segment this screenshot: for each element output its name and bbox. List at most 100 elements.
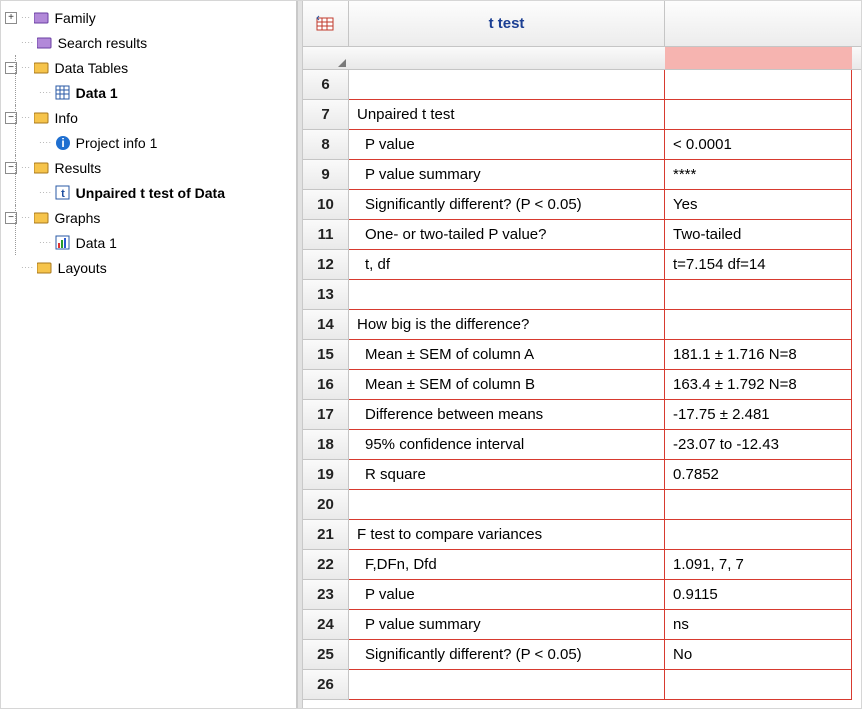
table-row: 22F,DFn, Dfd1.091, 7, 7 bbox=[303, 550, 861, 580]
row-description[interactable] bbox=[349, 670, 665, 700]
row-value[interactable]: Yes bbox=[665, 190, 852, 220]
table-row: 16Mean ± SEM of column B163.4 ± 1.792 N=… bbox=[303, 370, 861, 400]
row-value[interactable] bbox=[665, 310, 852, 340]
tree-item-unpaired-ttest[interactable]: ···· t Unpaired t test of Data bbox=[5, 180, 296, 205]
row-description[interactable]: P value summary bbox=[349, 610, 665, 640]
results-panel: t test 67Unpaired t test8P value< 0.0001… bbox=[303, 1, 861, 708]
tree-item-layouts[interactable]: ···· Layouts bbox=[5, 255, 296, 280]
row-value[interactable]: 0.9115 bbox=[665, 580, 852, 610]
row-number[interactable]: 24 bbox=[303, 610, 349, 640]
tree-item-data-tables[interactable]: − ··· Data Tables bbox=[5, 55, 296, 80]
row-number[interactable]: 10 bbox=[303, 190, 349, 220]
row-description[interactable]: Significantly different? (P < 0.05) bbox=[349, 190, 665, 220]
tree-item-search-results[interactable]: ···· Search results bbox=[5, 30, 296, 55]
row-number[interactable]: 25 bbox=[303, 640, 349, 670]
tree-item-data-1[interactable]: ···· Data 1 bbox=[5, 80, 296, 105]
row-number[interactable]: 17 bbox=[303, 400, 349, 430]
row-number[interactable]: 20 bbox=[303, 490, 349, 520]
row-description[interactable]: R square bbox=[349, 460, 665, 490]
row-number[interactable]: 13 bbox=[303, 280, 349, 310]
tree-item-results[interactable]: − ··· Results bbox=[5, 155, 296, 180]
table-row: 23P value0.9115 bbox=[303, 580, 861, 610]
row-value[interactable] bbox=[665, 520, 852, 550]
collapse-toggle[interactable]: − bbox=[5, 112, 17, 124]
row-description[interactable]: Significantly different? (P < 0.05) bbox=[349, 640, 665, 670]
row-description[interactable] bbox=[349, 490, 665, 520]
header-value-col[interactable] bbox=[665, 1, 852, 46]
results-subheader-row bbox=[303, 47, 861, 70]
tree-item-graph-data1[interactable]: ···· Data 1 bbox=[5, 230, 296, 255]
row-description[interactable] bbox=[349, 70, 665, 100]
tree-item-info[interactable]: − ··· Info bbox=[5, 105, 296, 130]
row-number[interactable]: 26 bbox=[303, 670, 349, 700]
table-row: 17Difference between means-17.75 ± 2.481 bbox=[303, 400, 861, 430]
row-value[interactable]: ns bbox=[665, 610, 852, 640]
row-number[interactable]: 19 bbox=[303, 460, 349, 490]
tree-label: Graphs bbox=[55, 209, 101, 226]
row-value[interactable]: 1.091, 7, 7 bbox=[665, 550, 852, 580]
tree-item-graphs[interactable]: − ··· Graphs bbox=[5, 205, 296, 230]
tree-label: Project info 1 bbox=[76, 134, 158, 151]
select-all-corner[interactable] bbox=[303, 47, 349, 69]
tree-label: Results bbox=[55, 159, 102, 176]
row-number[interactable]: 16 bbox=[303, 370, 349, 400]
row-number[interactable]: 14 bbox=[303, 310, 349, 340]
row-description[interactable]: P value summary bbox=[349, 160, 665, 190]
row-description[interactable]: 95% confidence interval bbox=[349, 430, 665, 460]
subheader-desc[interactable] bbox=[349, 47, 665, 69]
row-value[interactable]: t=7.154 df=14 bbox=[665, 250, 852, 280]
tree-label: Data Tables bbox=[55, 59, 129, 76]
collapse-toggle[interactable]: − bbox=[5, 162, 17, 174]
header-title[interactable]: t test bbox=[349, 1, 665, 46]
tree-label: Unpaired t test of Data bbox=[76, 184, 225, 201]
row-number[interactable]: 11 bbox=[303, 220, 349, 250]
row-value[interactable]: -23.07 to -12.43 bbox=[665, 430, 852, 460]
row-value[interactable] bbox=[665, 100, 852, 130]
row-value[interactable] bbox=[665, 490, 852, 520]
row-number[interactable]: 8 bbox=[303, 130, 349, 160]
row-description[interactable]: How big is the difference? bbox=[349, 310, 665, 340]
row-number[interactable]: 12 bbox=[303, 250, 349, 280]
row-value[interactable] bbox=[665, 280, 852, 310]
datasheet-icon bbox=[54, 84, 72, 102]
row-value[interactable]: 0.7852 bbox=[665, 460, 852, 490]
row-value[interactable] bbox=[665, 70, 852, 100]
row-number[interactable]: 23 bbox=[303, 580, 349, 610]
row-value[interactable] bbox=[665, 670, 852, 700]
info-icon: i bbox=[54, 134, 72, 152]
header-corner[interactable] bbox=[303, 1, 349, 46]
tree-item-family[interactable]: + ··· Family bbox=[5, 5, 296, 30]
row-description[interactable]: Unpaired t test bbox=[349, 100, 665, 130]
row-value[interactable]: -17.75 ± 2.481 bbox=[665, 400, 852, 430]
row-value[interactable]: Two-tailed bbox=[665, 220, 852, 250]
row-description[interactable]: P value bbox=[349, 130, 665, 160]
row-description[interactable]: P value bbox=[349, 580, 665, 610]
collapse-toggle[interactable]: − bbox=[5, 212, 17, 224]
row-number[interactable]: 6 bbox=[303, 70, 349, 100]
tree-item-project-info[interactable]: ···· i Project info 1 bbox=[5, 130, 296, 155]
row-description[interactable]: F test to compare variances bbox=[349, 520, 665, 550]
row-number[interactable]: 15 bbox=[303, 340, 349, 370]
table-icon bbox=[316, 15, 336, 33]
row-value[interactable]: < 0.0001 bbox=[665, 130, 852, 160]
collapse-toggle[interactable]: − bbox=[5, 62, 17, 74]
row-value[interactable]: 181.1 ± 1.716 N=8 bbox=[665, 340, 852, 370]
row-number[interactable]: 18 bbox=[303, 430, 349, 460]
row-description[interactable]: Difference between means bbox=[349, 400, 665, 430]
row-number[interactable]: 22 bbox=[303, 550, 349, 580]
row-description[interactable]: One- or two-tailed P value? bbox=[349, 220, 665, 250]
subheader-val-selected[interactable] bbox=[665, 47, 852, 69]
row-number[interactable]: 21 bbox=[303, 520, 349, 550]
tree-branch-dots: ···· bbox=[21, 263, 34, 272]
expand-toggle[interactable]: + bbox=[5, 12, 17, 24]
row-number[interactable]: 7 bbox=[303, 100, 349, 130]
row-value[interactable]: No bbox=[665, 640, 852, 670]
row-description[interactable]: Mean ± SEM of column B bbox=[349, 370, 665, 400]
row-description[interactable]: F,DFn, Dfd bbox=[349, 550, 665, 580]
row-description[interactable] bbox=[349, 280, 665, 310]
row-number[interactable]: 9 bbox=[303, 160, 349, 190]
row-value[interactable]: 163.4 ± 1.792 N=8 bbox=[665, 370, 852, 400]
row-value[interactable]: **** bbox=[665, 160, 852, 190]
row-description[interactable]: Mean ± SEM of column A bbox=[349, 340, 665, 370]
row-description[interactable]: t, df bbox=[349, 250, 665, 280]
